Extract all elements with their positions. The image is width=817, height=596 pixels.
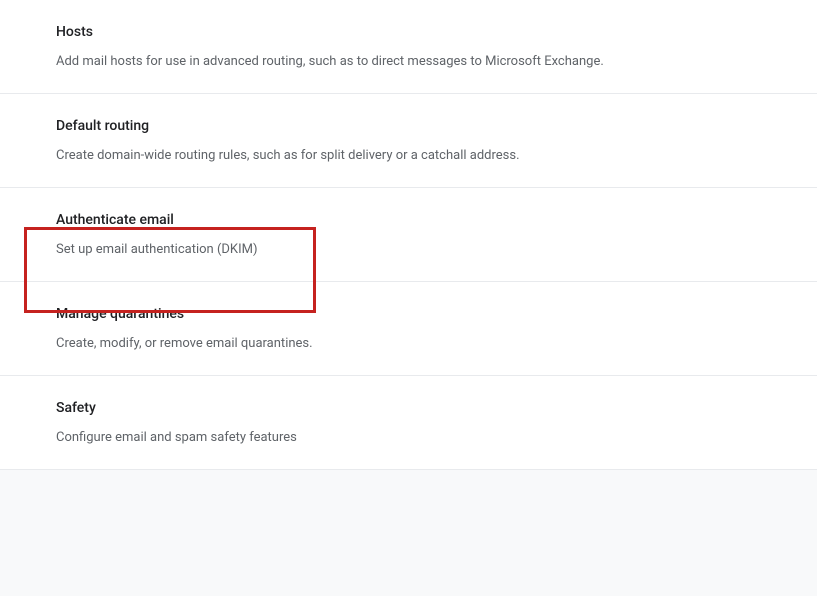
settings-item-description: Set up email authentication (DKIM) (56, 242, 793, 257)
settings-item-title: Hosts (56, 24, 793, 40)
settings-item-default-routing[interactable]: Default routing Create domain-wide routi… (0, 94, 817, 188)
settings-item-title: Manage quarantines (56, 306, 793, 322)
settings-item-safety[interactable]: Safety Configure email and spam safety f… (0, 376, 817, 470)
settings-item-authenticate-email[interactable]: Authenticate email Set up email authenti… (0, 188, 817, 282)
settings-item-title: Authenticate email (56, 212, 793, 228)
settings-item-title: Default routing (56, 118, 793, 134)
settings-list: Hosts Add mail hosts for use in advanced… (0, 0, 817, 470)
settings-item-description: Add mail hosts for use in advanced routi… (56, 54, 793, 69)
settings-item-hosts[interactable]: Hosts Add mail hosts for use in advanced… (0, 0, 817, 94)
settings-item-title: Safety (56, 400, 793, 416)
settings-item-description: Create domain-wide routing rules, such a… (56, 148, 793, 163)
settings-item-description: Create, modify, or remove email quaranti… (56, 336, 793, 351)
settings-item-manage-quarantines[interactable]: Manage quarantines Create, modify, or re… (0, 282, 817, 376)
settings-item-description: Configure email and spam safety features (56, 430, 793, 445)
